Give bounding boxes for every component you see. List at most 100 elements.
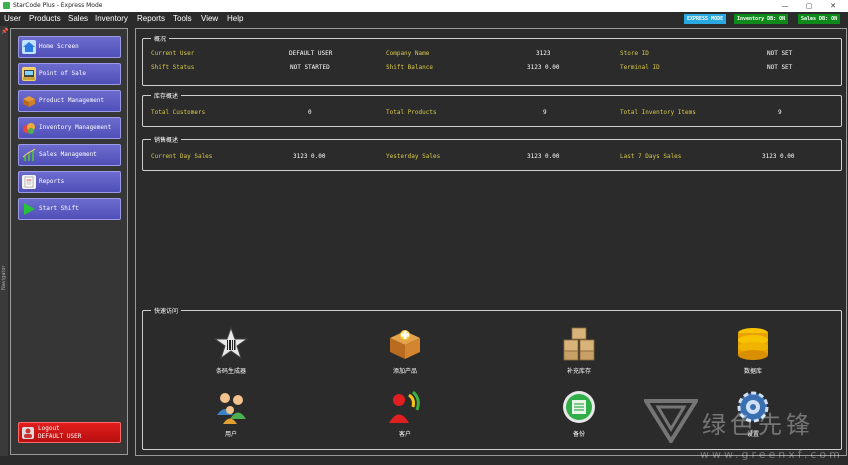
settings-icon	[737, 391, 769, 423]
store-id-value: NOT SET	[767, 50, 793, 57]
shift-status-label: Shift Status	[151, 64, 195, 71]
restock-icon	[563, 327, 595, 361]
sidebar-item-label: Sales Management	[39, 151, 97, 158]
last-7-days-sales-label: Last 7 Days Sales	[620, 153, 682, 160]
sidebar-item-label: Point of Sale	[39, 70, 86, 77]
sales-summary-group: 销售概述 Current Day Sales 3123 0.00 Yesterd…	[142, 135, 842, 171]
current-user-value: DEFAULT USER	[289, 50, 333, 57]
menu-reports[interactable]: Reports	[137, 13, 165, 24]
logout-label: Logout	[38, 425, 60, 432]
menu-tools[interactable]: Tools	[173, 13, 192, 24]
database-button[interactable]: 数据库	[713, 326, 793, 381]
logout-button[interactable]: Logout DEFAULT USER	[18, 422, 121, 443]
sidebar-item-point-of-sale[interactable]: Point of Sale	[18, 63, 121, 85]
navigator-strip[interactable]: 📌 Navigator	[0, 26, 8, 456]
sidebar-item-label: Home Screen	[39, 43, 79, 50]
menu-inventory[interactable]: Inventory	[95, 13, 128, 24]
sidebar: Home Screen Point of Sale Product Manage…	[10, 28, 128, 455]
quick-item-label: 用户	[224, 431, 237, 438]
sidebar-item-label: Product Management	[39, 97, 105, 104]
home-icon	[22, 40, 36, 54]
quick-item-label: 设置	[746, 431, 759, 438]
company-name-label: Company Name	[386, 50, 430, 57]
menu-products[interactable]: Products	[29, 13, 61, 24]
express-mode-badge: EXPRESS MODE	[684, 14, 727, 24]
sidebar-item-home[interactable]: Home Screen	[18, 36, 121, 58]
total-inventory-items-value: 9	[778, 109, 782, 116]
inventory-summary-title: 库存概述	[151, 91, 182, 100]
overview-group: 概况 Current User DEFAULT USER Company Nam…	[142, 34, 842, 86]
customers-icon	[389, 390, 420, 423]
total-products-label: Total Products	[386, 109, 437, 116]
yesterday-sales-value: 3123 0.00	[527, 153, 560, 160]
report-icon	[22, 175, 36, 189]
user-icon	[22, 427, 34, 439]
sidebar-item-reports[interactable]: Reports	[18, 171, 121, 193]
close-button[interactable]: ✕	[822, 0, 844, 12]
terminal-id-value: NOT SET	[767, 64, 793, 71]
minimize-button[interactable]: —	[774, 0, 796, 12]
main-panel: 概况 Current User DEFAULT USER Company Nam…	[135, 28, 847, 456]
app-logo-icon	[3, 2, 10, 9]
settings-button[interactable]: 设置	[713, 389, 793, 444]
chart-icon	[22, 148, 36, 162]
logout-user: DEFAULT USER	[38, 433, 82, 440]
quick-access-group: 快速访问 条码生成器 添加产品 补充库存 数据库 用户 客户 备份 设置	[142, 306, 842, 450]
store-id-label: Store ID	[620, 50, 649, 57]
current-user-label: Current User	[151, 50, 195, 57]
sales-db-badge: Sales DB: ON	[798, 14, 841, 24]
inventory-summary-group: 库存概述 Total Customers 0 Total Products 9 …	[142, 91, 842, 127]
menu-user[interactable]: User	[4, 13, 21, 24]
window-title: StarCode Plus - Express Mode	[13, 2, 103, 9]
company-name-value: 3123	[536, 50, 551, 57]
total-products-value: 9	[543, 109, 547, 116]
play-icon	[22, 202, 36, 216]
menu-sales[interactable]: Sales	[68, 13, 88, 24]
sales-summary-title: 销售概述	[151, 135, 182, 144]
menu-help[interactable]: Help	[227, 13, 243, 24]
quick-item-label: 数据库	[743, 368, 762, 375]
shift-balance-label: Shift Balance	[386, 64, 433, 71]
inventory-icon	[22, 121, 36, 135]
barcode-generator-button[interactable]: 条码生成器	[191, 326, 271, 381]
customers-button[interactable]: 客户	[365, 389, 445, 444]
restock-button[interactable]: 补充库存	[539, 326, 619, 381]
database-icon	[738, 328, 768, 360]
total-customers-label: Total Customers	[151, 109, 206, 116]
quick-item-label: 补充库存	[566, 368, 591, 375]
menu-view[interactable]: View	[201, 13, 218, 24]
yesterday-sales-label: Yesterday Sales	[386, 153, 441, 160]
backup-icon	[563, 391, 595, 423]
shift-status-value: NOT STARTED	[290, 64, 330, 71]
inventory-db-badge: Inventory DB: ON	[734, 14, 789, 24]
add-product-button[interactable]: 添加产品	[365, 326, 445, 381]
terminal-id-label: Terminal ID	[620, 64, 660, 71]
sidebar-item-start-shift[interactable]: Start Shift	[18, 198, 121, 220]
users-button[interactable]: 用户	[191, 389, 271, 444]
last-7-days-sales-value: 3123 0.00	[762, 153, 795, 160]
maximize-button[interactable]: ▢	[798, 0, 820, 12]
total-inventory-items-label: Total Inventory Items	[620, 109, 696, 116]
quick-item-label: 条码生成器	[215, 368, 246, 375]
sidebar-item-label: Inventory Management	[39, 124, 112, 131]
pos-icon	[22, 67, 36, 81]
quick-item-label: 备份	[572, 431, 585, 438]
sidebar-item-product-management[interactable]: Product Management	[18, 90, 121, 112]
shift-balance-value: 3123 0.00	[527, 64, 560, 71]
sidebar-item-inventory-management[interactable]: Inventory Management	[18, 117, 121, 139]
box-icon	[22, 94, 36, 108]
pin-icon[interactable]: 📌	[1, 28, 8, 40]
sidebar-item-sales-management[interactable]: Sales Management	[18, 144, 121, 166]
quick-item-label: 客户	[398, 431, 411, 438]
quick-access-title: 快速访问	[151, 306, 182, 315]
sidebar-item-label: Start Shift	[39, 205, 79, 212]
users-icon	[217, 393, 246, 424]
add-product-icon	[390, 330, 420, 359]
current-day-sales-label: Current Day Sales	[151, 153, 213, 160]
navigator-label: Navigator	[1, 265, 7, 290]
total-customers-value: 0	[308, 109, 312, 116]
overview-title: 概况	[151, 34, 170, 43]
backup-button[interactable]: 备份	[539, 389, 619, 444]
quick-item-label: 添加产品	[392, 368, 417, 375]
current-day-sales-value: 3123 0.00	[293, 153, 326, 160]
